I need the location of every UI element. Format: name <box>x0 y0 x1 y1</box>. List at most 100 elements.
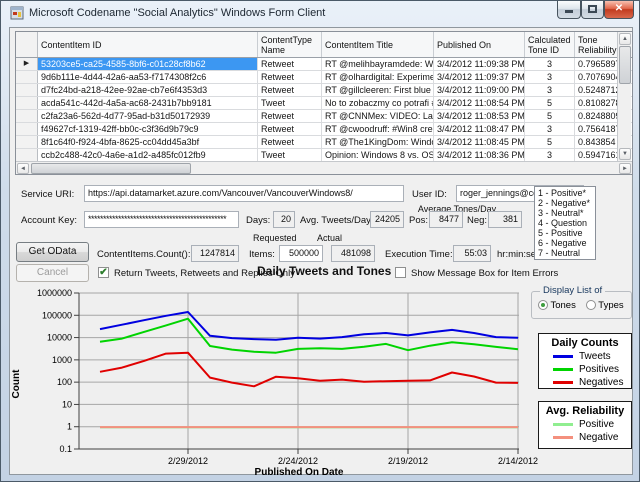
neg-field[interactable]: 381 <box>488 211 522 228</box>
cell-tone-id[interactable]: 3 <box>525 149 575 161</box>
cell-reliability[interactable]: 0.7076904 <box>575 71 618 83</box>
column-header-contentitem-id[interactable]: ContentItem ID <box>38 32 258 57</box>
title-bar[interactable]: Microsoft Codename "Social Analytics" Wi… <box>1 1 639 27</box>
cell-published[interactable]: 3/4/2012 11:09:37 PM <box>434 71 525 83</box>
row-selector[interactable] <box>16 97 38 109</box>
table-row[interactable]: acda541c-442d-4a5a-ac68-2431b7bb9181 Twee… <box>16 97 632 110</box>
cell-id[interactable]: ccb2c488-42c0-4a6e-a1d2-a485fc012fb9 <box>38 149 258 161</box>
column-header-calculated-tone-id[interactable]: Calculated Tone ID <box>525 32 575 57</box>
cell-type[interactable]: Retweet <box>258 110 322 122</box>
minimize-button[interactable] <box>557 1 581 19</box>
close-button[interactable]: ✕ <box>604 1 634 19</box>
cell-type[interactable]: Retweet <box>258 71 322 83</box>
items-actual-field[interactable]: 481098 <box>331 245 375 262</box>
cell-title[interactable]: Opinion: Windows 8 vs. OS X Mountain Lio… <box>322 149 434 161</box>
cell-reliability[interactable]: 0.7564187 <box>575 123 618 135</box>
cell-published[interactable]: 3/4/2012 11:08:36 PM <box>434 149 525 161</box>
column-header-published-on[interactable]: Published On <box>434 32 525 57</box>
service-uri-input[interactable]: https://api.datamarket.azure.com/Vancouv… <box>84 185 404 202</box>
scroll-left-button[interactable]: ◄ <box>17 163 29 174</box>
execution-time-field[interactable]: 55:03 <box>453 245 491 262</box>
column-header-contenttype-name[interactable]: ContentType Name <box>258 32 322 57</box>
cell-tone-id[interactable]: 3 <box>525 71 575 83</box>
cell-type[interactable]: Retweet <box>258 58 322 70</box>
cell-title[interactable]: No to zobaczmy co potrafi #windows8 :-) <box>322 97 434 109</box>
tone-list-item[interactable]: 2 - Negative* <box>538 198 595 208</box>
cell-published[interactable]: 3/4/2012 11:08:54 PM <box>434 97 525 109</box>
row-selector[interactable] <box>16 71 38 83</box>
cell-id[interactable]: c2fa23a6-562d-4d77-95ad-b31d50172939 <box>38 110 258 122</box>
horizontal-scroll-thumb[interactable] <box>31 163 191 174</box>
row-selector[interactable] <box>16 84 38 96</box>
cell-type[interactable]: Retweet <box>258 84 322 96</box>
scroll-up-button[interactable]: ▲ <box>619 33 631 45</box>
scroll-down-button[interactable]: ▼ <box>619 148 631 160</box>
cell-title[interactable]: RT @The1KingDom: Windows 8 is interestin… <box>322 136 434 148</box>
cell-title[interactable]: RT @cwoodruff: #Win8 created a Windows.o… <box>322 123 434 135</box>
content-items-grid[interactable]: ContentItem ID ContentType Name ContentIte… <box>15 31 633 175</box>
items-requested-field[interactable]: 500000 <box>279 245 323 262</box>
table-row[interactable]: f49627cf-1319-42ff-bb0c-c3f36d9b79c9 Retw… <box>16 123 632 136</box>
tone-listbox[interactable]: 1 - Positive* 2 - Negative* 3 - Neutral* 4 … <box>534 186 596 260</box>
scroll-right-button[interactable]: ► <box>619 163 631 174</box>
grid-horizontal-scrollbar[interactable]: ◄ ► <box>16 161 632 174</box>
tone-list-item[interactable]: 5 - Positive <box>538 228 595 238</box>
get-odata-button[interactable]: Get OData <box>16 242 89 262</box>
cell-id[interactable]: 9d6b111e-4d44-42a6-aa53-f7174308f2c6 <box>38 71 258 83</box>
cell-reliability[interactable]: 0.5947161 <box>575 149 618 161</box>
cell-tone-id[interactable]: 3 <box>525 58 575 70</box>
days-field[interactable]: 20 <box>273 211 295 228</box>
row-selector[interactable]: ▶ <box>16 58 38 70</box>
maximize-button[interactable] <box>581 1 604 19</box>
cell-type[interactable]: Retweet <box>258 136 322 148</box>
cell-id[interactable]: 53203ce5-ca25-4585-8bf6-c01c28cf8b62 <box>38 58 258 70</box>
grid-corner-cell[interactable] <box>16 32 38 57</box>
cell-reliability[interactable]: 0.8108278 <box>575 97 618 109</box>
tone-list-item[interactable]: 1 - Positive* <box>538 188 595 198</box>
cell-published[interactable]: 3/4/2012 11:08:47 PM <box>434 123 525 135</box>
cell-title[interactable]: RT @olhardigital: Experimentamos o Windo… <box>322 71 434 83</box>
cell-published[interactable]: 3/4/2012 11:08:45 PM <box>434 136 525 148</box>
pos-field[interactable]: 8477 <box>429 211 463 228</box>
cell-type[interactable]: Tweet <box>258 149 322 161</box>
cell-reliability[interactable]: 0.7965897 <box>575 58 618 70</box>
cell-title[interactable]: RT @melihbayramdede: Windows 8'in mavi e… <box>322 58 434 70</box>
table-row[interactable]: d7fc24bd-a218-42ee-92ae-cb7e6f4353d3 Retw… <box>16 84 632 97</box>
cell-published[interactable]: 3/4/2012 11:09:00 PM <box>434 84 525 96</box>
contentitems-count-field[interactable]: 1247814 <box>191 245 239 262</box>
cell-id[interactable]: d7fc24bd-a218-42ee-92ae-cb7e6f4353d3 <box>38 84 258 96</box>
radio-tones[interactable]: Tones <box>538 300 576 311</box>
cell-id[interactable]: acda541c-442d-4a5a-ac68-2431b7bb9181 <box>38 97 258 109</box>
table-row[interactable]: c2fa23a6-562d-4d77-95ad-b31d50172939 Retw… <box>16 110 632 123</box>
cell-id[interactable]: 8f1c64f0-f924-4bfa-8625-cc04dd45a3bf <box>38 136 258 148</box>
cell-reliability[interactable]: 0.843854 <box>575 136 618 148</box>
cell-tone-id[interactable]: 3 <box>525 123 575 135</box>
cell-published[interactable]: 3/4/2012 11:09:38 PM <box>434 58 525 70</box>
cell-published[interactable]: 3/4/2012 11:08:53 PM <box>434 110 525 122</box>
table-row[interactable]: 8f1c64f0-f924-4bfa-8625-cc04dd45a3bf Retw… <box>16 136 632 149</box>
avg-tweets-field[interactable]: 24205 <box>370 211 404 228</box>
cell-tone-id[interactable]: 5 <box>525 97 575 109</box>
cancel-button[interactable]: Cancel <box>16 264 89 282</box>
grid-vertical-scrollbar[interactable]: ▲ ▼ <box>617 32 631 161</box>
cell-reliability[interactable]: 0.8248809 <box>575 110 618 122</box>
tone-list-item[interactable]: 7 - Neutral <box>538 248 595 258</box>
table-row[interactable]: 9d6b111e-4d44-42a6-aa53-f7174308f2c6 Retw… <box>16 71 632 84</box>
row-selector[interactable] <box>16 123 38 135</box>
row-selector[interactable] <box>16 136 38 148</box>
cell-reliability[interactable]: 0.5248712 <box>575 84 618 96</box>
return-tweets-checkbox[interactable]: ✔ <box>98 267 109 278</box>
tone-list-item[interactable]: 6 - Negative <box>538 238 595 248</box>
account-key-input[interactable]: ****************************************… <box>84 211 239 228</box>
cell-title[interactable]: RT @gillcleeren: First blue screen on my… <box>322 84 434 96</box>
vertical-scroll-thumb[interactable] <box>619 46 631 84</box>
cell-id[interactable]: f49627cf-1319-42ff-bb0c-c3f36d9b79c9 <box>38 123 258 135</box>
row-selector[interactable] <box>16 110 38 122</box>
cell-tone-id[interactable]: 5 <box>525 136 575 148</box>
show-message-box-checkbox[interactable] <box>395 267 406 278</box>
table-row[interactable]: ▶ 53203ce5-ca25-4585-8bf6-c01c28cf8b62 Ret… <box>16 58 632 71</box>
radio-types[interactable]: Types <box>585 300 624 311</box>
tone-list-item[interactable]: 3 - Neutral* <box>538 208 595 218</box>
cell-type[interactable]: Tweet <box>258 97 322 109</box>
cell-type[interactable]: Retweet <box>258 123 322 135</box>
